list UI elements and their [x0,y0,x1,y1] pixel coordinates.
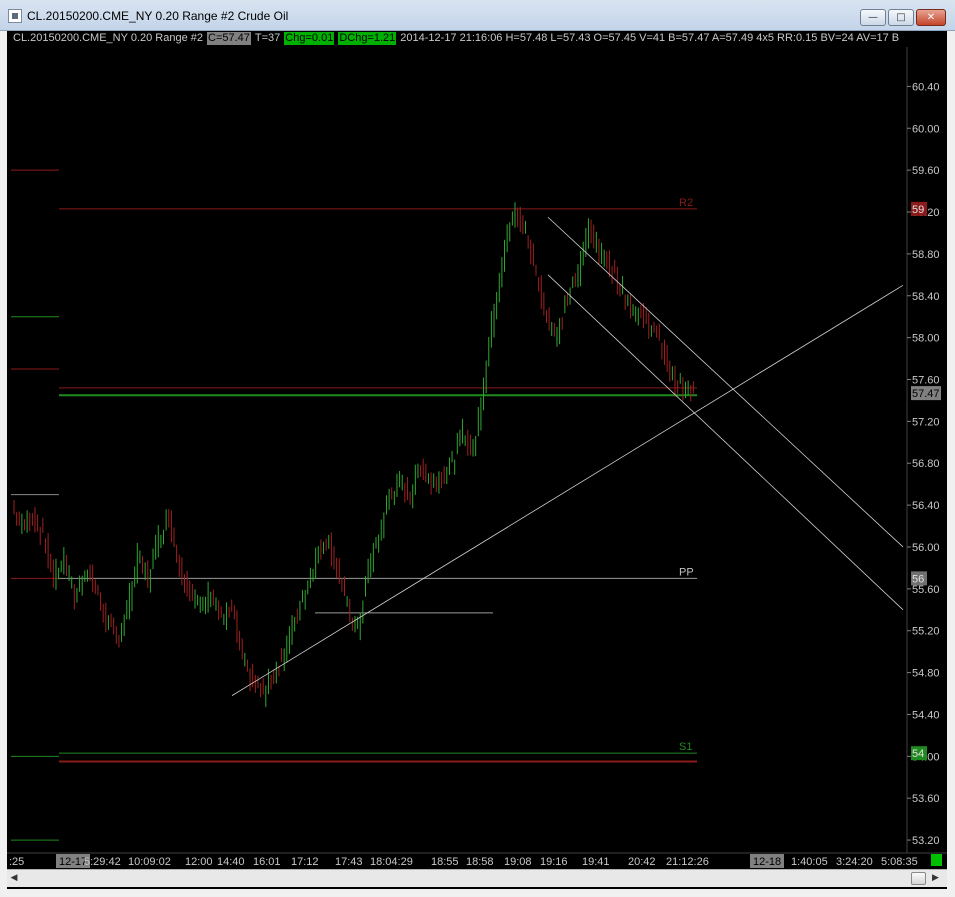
x-tick-label: 5:08:35 [881,856,918,868]
level-axis-label: 54 [912,748,924,760]
y-tick-label: 53.60 [912,793,940,805]
y-tick-label: 56.80 [912,458,940,470]
level-label: PP [679,566,694,578]
x-tick-label: 18:58 [466,856,494,868]
trendline [547,274,904,611]
info-quote: 2014-12-17 21:16:06 H=57.48 L=57.43 O=57… [400,32,900,44]
y-tick-label: 60.40 [912,81,940,93]
x-tick-label: 10:09:02 [128,856,171,868]
x-tick-label: 12-17 [59,856,87,868]
trendline [547,216,904,548]
horizontal-scrollbar[interactable]: ◀ ▶ [7,869,947,887]
x-tick-label: 17:43 [335,856,363,868]
info-daily-change: DChg=1.21 [338,32,397,45]
x-tick-label: 3:24:20 [836,856,873,868]
level-label: R2 [679,197,693,209]
x-tick-label: 14:40 [217,856,245,868]
price-chart: 60.4060.0059.6059.2058.8058.4058.0057.60… [7,47,947,868]
y-tick-label: 57.60 [912,374,940,386]
scroll-thumb[interactable] [911,872,926,885]
level-axis-label: 59 [912,204,924,216]
x-tick-label: 12-18 [753,856,781,868]
window-title: CL.20150200.CME_NY 0.20 Range #2 Crude O… [27,9,289,23]
app-icon [8,9,22,23]
y-tick-label: 56.00 [912,542,940,554]
scroll-left-arrow-icon[interactable]: ◀ [7,871,21,886]
x-tick-label: 12:00 [185,856,213,868]
close-button[interactable]: ✕ [916,9,946,26]
x-tick-label: 20:42 [628,856,656,868]
y-tick-label: 54.80 [912,668,940,680]
x-tick-label: 18:55 [431,856,459,868]
y-tick-label: 60.00 [912,123,940,135]
x-tick-label: 19:41 [582,856,610,868]
y-tick-label: 54.40 [912,709,940,721]
x-tick-label: 18:04:29 [370,856,413,868]
x-tick-label: 16:01 [253,856,281,868]
x-tick-label: 19:08 [504,856,532,868]
y-tick-label: 58.40 [912,291,940,303]
chart-area[interactable]: 60.4060.0059.6059.2058.8058.4058.0057.60… [7,31,947,889]
x-tick-label: 19:16 [540,856,568,868]
info-ticks: T=37 [254,32,281,44]
x-tick-label: 1:40:05 [791,856,828,868]
window-titlebar: CL.20150200.CME_NY 0.20 Range #2 Crude O… [0,0,955,31]
info-symbol: CL.20150200.CME_NY 0.20 Range #2 [13,32,203,44]
chart-infobar: CL.20150200.CME_NY 0.20 Range #2 C=57.47 T… [13,32,903,45]
level-axis-label: 56 [912,573,924,585]
maximize-button[interactable]: □ [888,9,914,26]
info-change: Chg=0.01 [284,32,335,45]
y-tick-label: 58.00 [912,333,940,345]
x-tick-label: :25 [9,856,24,868]
y-tick-label: 59.60 [912,165,940,177]
info-close: C=57.47 [207,32,251,45]
y-tick-label: 57.20 [912,416,940,428]
y-tick-label: 55.60 [912,584,940,596]
minimize-button[interactable]: — [860,9,886,26]
last-price-label: 57.47 [912,388,940,400]
status-indicator [931,854,942,866]
y-tick-label: 55.20 [912,626,940,638]
y-tick-label: 58.80 [912,249,940,261]
x-tick-label: 21:12:26 [666,856,709,868]
x-tick-label: 17:12 [291,856,319,868]
scroll-right-arrow-icon[interactable]: ▶ [928,871,943,886]
y-tick-label: 56.40 [912,500,940,512]
level-label: S1 [679,741,692,753]
trendline [231,284,904,696]
y-tick-label: 53.20 [912,835,940,847]
x-tick-label: 5:29:42 [84,856,121,868]
